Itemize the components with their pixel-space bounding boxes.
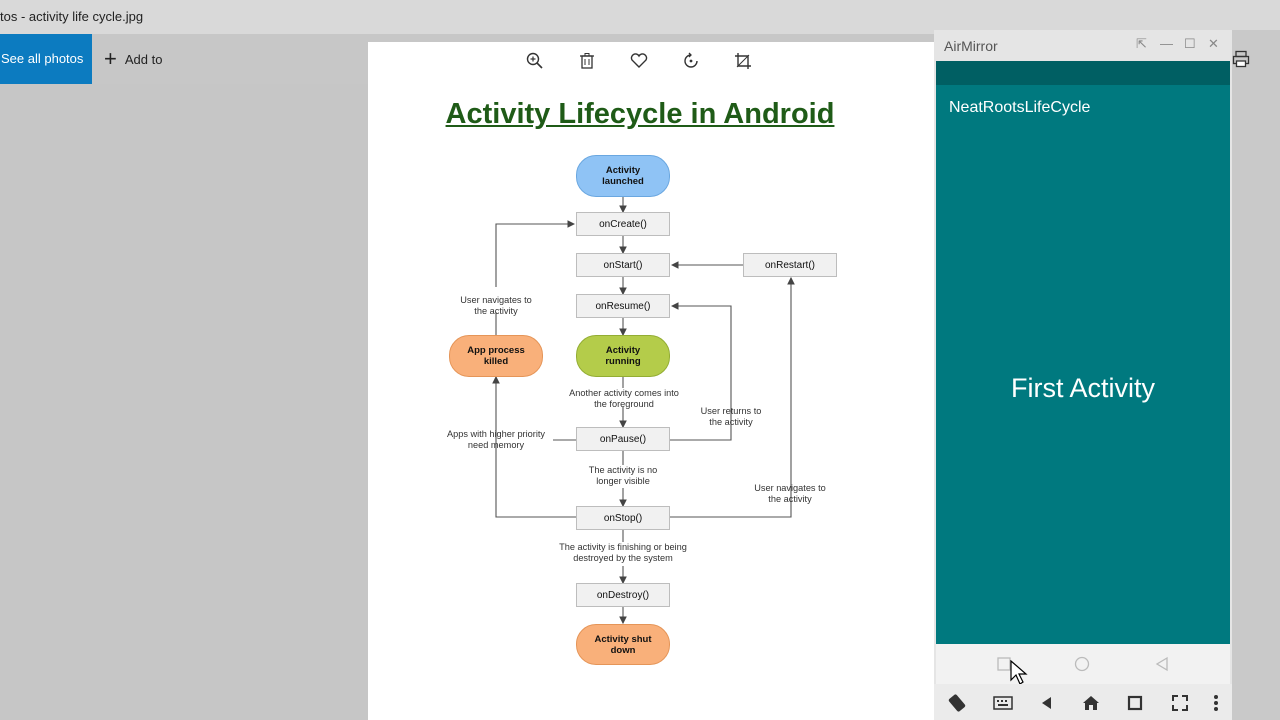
oncreate-node: onCreate() xyxy=(576,212,670,236)
activity-launched-label: Activity launched xyxy=(602,165,644,187)
oncreate-label: onCreate() xyxy=(599,218,647,230)
airmirror-title: AirMirror xyxy=(944,38,998,54)
activity-running-label: Activity running xyxy=(605,345,641,367)
note-another-activity: Another activity comes into the foregrou… xyxy=(569,388,679,409)
title-bar: tos - activity life cycle.jpg xyxy=(0,0,1280,34)
note-user-returns: User returns to the activity xyxy=(700,406,762,427)
back-icon[interactable] xyxy=(1035,692,1057,714)
left-panel xyxy=(0,84,368,720)
home-nav-icon[interactable] xyxy=(1074,656,1090,672)
back-nav-icon[interactable] xyxy=(1154,656,1170,672)
onstart-node: onStart() xyxy=(576,253,670,277)
note-no-longer-visible: The activity is no longer visible xyxy=(588,465,658,486)
add-to-label: Add to xyxy=(124,51,163,67)
diagram-connectors xyxy=(492,197,795,625)
close-icon[interactable]: ✕ xyxy=(1208,36,1219,52)
android-nav-bar xyxy=(936,644,1230,685)
onrestart-node: onRestart() xyxy=(743,253,837,277)
minimize-icon[interactable]: — xyxy=(1160,36,1173,51)
app-process-killed-node: App process killed xyxy=(449,335,543,377)
plus-icon: + xyxy=(104,46,117,71)
fullscreen-icon[interactable] xyxy=(1169,692,1191,714)
more-icon[interactable] xyxy=(1205,692,1227,714)
phone-screen[interactable]: NeatRootsLifeCycle First Activity xyxy=(936,61,1230,644)
mouse-cursor-icon xyxy=(1010,660,1028,685)
onpause-node: onPause() xyxy=(576,427,670,451)
phone-status-bar xyxy=(936,61,1230,85)
maximize-icon[interactable]: ☐ xyxy=(1184,36,1196,52)
onstop-node: onStop() xyxy=(576,506,670,530)
activity-shut-down-node: Activity shut down xyxy=(576,624,670,665)
screen-text: First Activity xyxy=(1010,373,1155,403)
home-icon[interactable] xyxy=(1080,692,1102,714)
airmirror-controls xyxy=(934,684,1232,720)
note-user-navigates-right: User navigates to the activity xyxy=(754,483,826,504)
popout-icon[interactable]: ⇱ xyxy=(1136,36,1147,52)
window-title: tos - activity life cycle.jpg xyxy=(0,9,144,24)
airmirror-window: AirMirror ⇱ — ☐ ✕ NeatRootsLifeCycle Fir… xyxy=(934,30,1232,720)
onrestart-label: onRestart() xyxy=(764,259,815,271)
keyboard-icon[interactable] xyxy=(992,692,1014,714)
note-higher-priority: Apps with higher priority need memory xyxy=(446,429,546,450)
onpause-label: onPause() xyxy=(599,433,647,445)
rotate-screen-icon[interactable] xyxy=(946,692,968,714)
right-background xyxy=(1232,30,1280,720)
see-all-photos-label: See all photos xyxy=(1,51,84,66)
add-to-button[interactable]: + Add to xyxy=(104,34,162,84)
recents-icon[interactable] xyxy=(1124,692,1146,714)
activity-running-node: Activity running xyxy=(576,335,670,377)
onstop-label: onStop() xyxy=(603,512,643,524)
onresume-label: onResume() xyxy=(595,300,651,312)
onresume-node: onResume() xyxy=(576,294,670,318)
image-canvas: Activity Lifecycle in Android Activity l… xyxy=(368,42,934,720)
print-icon[interactable] xyxy=(1232,50,1250,73)
ondestroy-node: onDestroy() xyxy=(576,583,670,607)
onstart-label: onStart() xyxy=(603,259,643,271)
activity-shut-down-label: Activity shut down xyxy=(594,633,652,656)
activity-launched-node: Activity launched xyxy=(576,155,670,197)
note-finishing: The activity is finishing or being destr… xyxy=(559,542,687,563)
see-all-photos-button[interactable]: See all photos xyxy=(0,34,92,84)
ondestroy-label: onDestroy() xyxy=(596,589,650,601)
app-bar-title: NeatRootsLifeCycle xyxy=(949,99,1091,116)
note-user-navigates-left: User navigates to the activity xyxy=(460,295,532,316)
app-process-killed-label: App process killed xyxy=(467,345,525,367)
